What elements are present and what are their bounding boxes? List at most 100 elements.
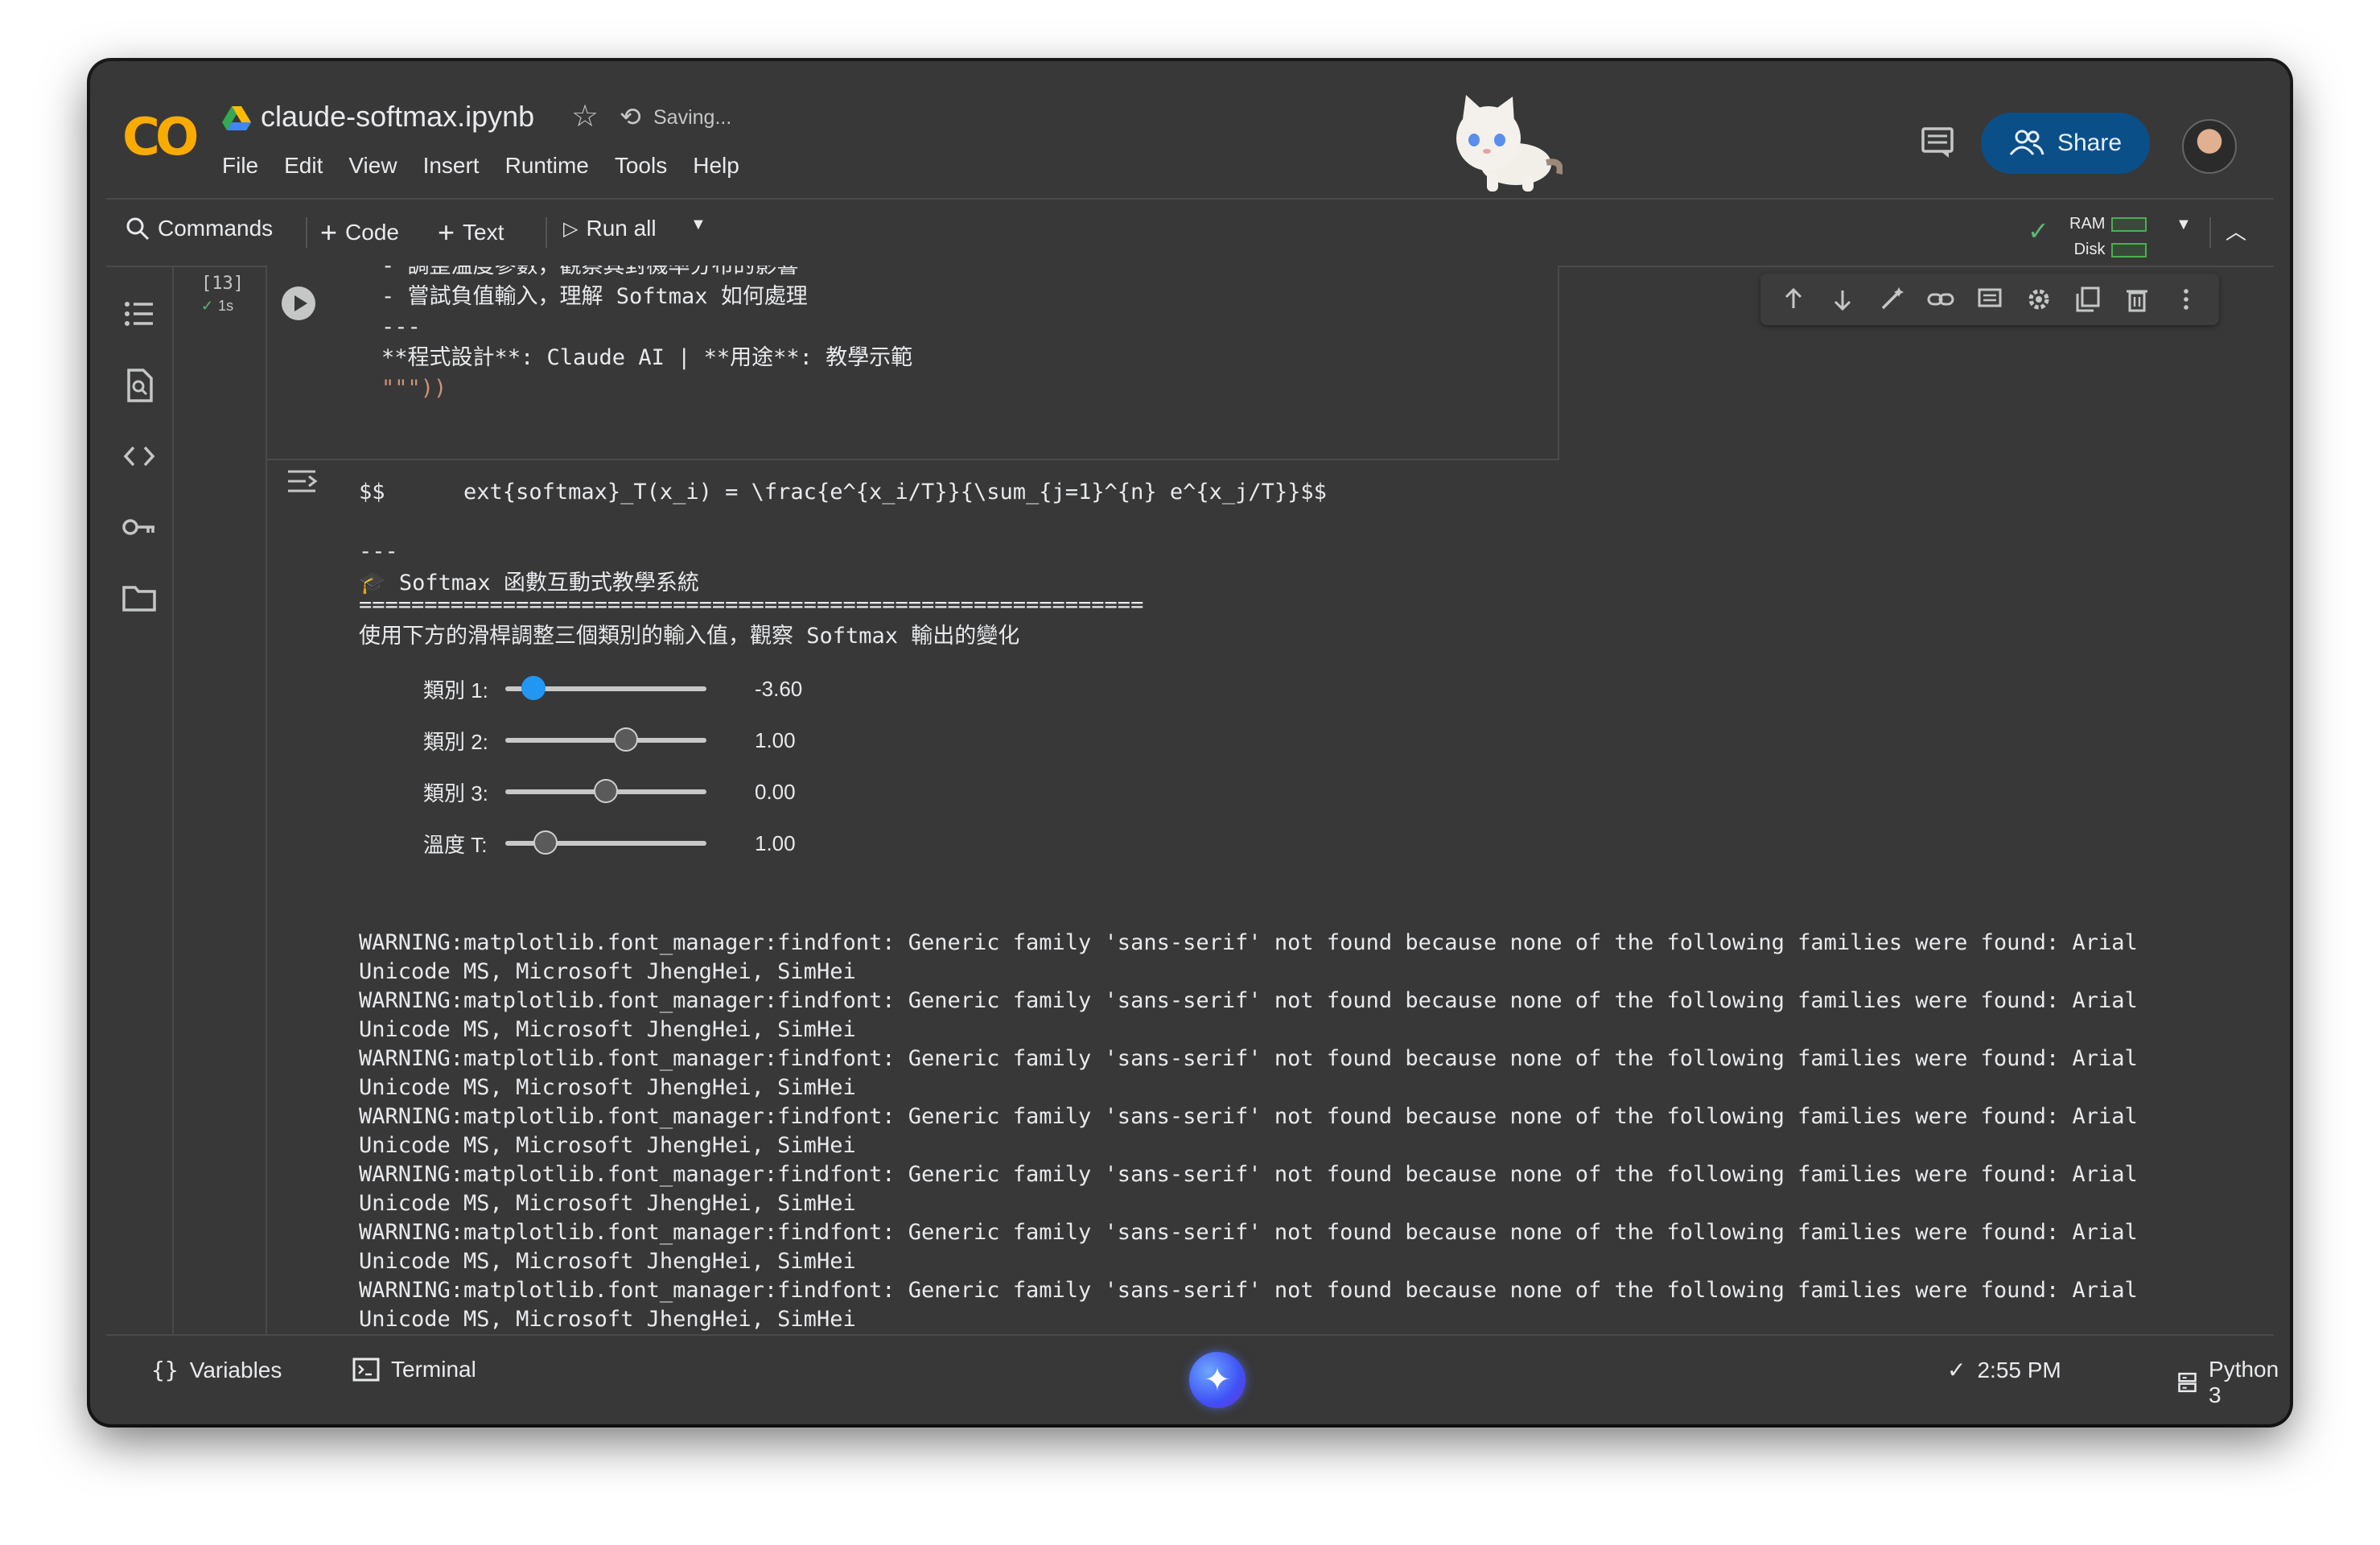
menu-file[interactable]: File xyxy=(222,153,258,179)
code-line: - 嘗試負值輸入，理解 Softmax 如何處理 xyxy=(381,284,808,309)
divider-text: --- xyxy=(359,539,398,564)
menu-insert[interactable]: Insert xyxy=(423,153,480,179)
mirror-cell-icon[interactable] xyxy=(2074,286,2102,313)
code-cell[interactable]: - 調整溫度參數，觀察其對機率分布的影響 - 嘗試負值輸入，理解 Softmax … xyxy=(267,266,1559,460)
move-down-icon[interactable] xyxy=(1829,286,1856,313)
slider-thumb[interactable] xyxy=(533,830,558,855)
notebook-title[interactable]: claude-softmax.ipynb xyxy=(261,100,534,134)
ram-bar xyxy=(2111,216,2147,232)
disk-label: Disk xyxy=(2073,241,2106,258)
execution-count: [13] xyxy=(201,274,244,294)
search-icon xyxy=(126,217,150,241)
check-icon: ✓ xyxy=(1947,1358,1966,1382)
header: CO claude-softmax.ipynb ☆ ⟲ Saving... Fi… xyxy=(106,77,2274,200)
slider-value: 0.00 xyxy=(755,779,796,804)
run-cell-button[interactable] xyxy=(282,286,315,320)
last-run-status[interactable]: ✓ 2:55 PM xyxy=(1947,1357,2061,1383)
cell-toolbar xyxy=(1760,274,2219,325)
code-snippets-icon[interactable] xyxy=(121,438,158,475)
commands-button[interactable]: Commands xyxy=(126,216,273,241)
ai-edit-wand-icon[interactable] xyxy=(1878,286,1905,313)
slider-track[interactable] xyxy=(505,779,706,803)
menu-tools[interactable]: Tools xyxy=(615,153,667,179)
warning-log: WARNING:matplotlib.font_manager:findfont… xyxy=(359,929,2290,1353)
server-icon xyxy=(2178,1372,2197,1393)
resource-monitor[interactable]: RAM Disk xyxy=(2069,211,2147,262)
more-vert-icon[interactable] xyxy=(2172,286,2200,313)
slider-thumb[interactable] xyxy=(521,676,546,700)
equals-divider: ========================================… xyxy=(359,592,1144,617)
run-all-dropdown[interactable]: ▼ xyxy=(690,216,706,234)
add-text-label: Text xyxy=(463,220,504,245)
people-icon xyxy=(2009,130,2044,155)
slider-value: 1.00 xyxy=(755,830,796,855)
warning-line: Unicode MS, Microsoft JhengHei, SimHei xyxy=(359,1075,856,1100)
slider-thumb[interactable] xyxy=(594,779,618,803)
play-outline-icon: ▷ xyxy=(563,217,579,240)
share-button[interactable]: Share xyxy=(1981,113,2150,174)
warning-line: Unicode MS, Microsoft JhengHei, SimHei xyxy=(359,1017,856,1042)
google-drive-icon[interactable] xyxy=(222,106,251,132)
code-line: """)) xyxy=(381,376,447,401)
slider-class-2[interactable]: 類別 2: 1.00 xyxy=(423,724,819,756)
colab-window: CO claude-softmax.ipynb ☆ ⟲ Saving... Fi… xyxy=(90,61,2290,1424)
slider-track[interactable] xyxy=(505,830,706,855)
user-avatar[interactable] xyxy=(2182,119,2237,174)
collapse-toolbar-icon[interactable]: ︿ xyxy=(2226,216,2246,245)
add-text-button[interactable]: + Text xyxy=(438,216,504,249)
notebook-toolbar: Commands + Code + Text ▷ Run all ▼ ✓ RAM… xyxy=(106,198,2274,267)
output-actions-icon[interactable] xyxy=(285,465,319,499)
plus-icon: + xyxy=(320,216,338,249)
cat-mascot-icon xyxy=(1456,95,1563,192)
slider-label: 溫度 T: xyxy=(423,832,488,857)
kernel-status[interactable]: Python 3 xyxy=(2177,1357,2283,1408)
warning-line: WARNING:matplotlib.font_manager:findfont… xyxy=(359,930,2138,955)
menu-help[interactable]: Help xyxy=(693,153,739,179)
move-up-icon[interactable] xyxy=(1780,286,1807,313)
slider-thumb[interactable] xyxy=(614,727,638,752)
runtime-dropdown[interactable]: ▼ xyxy=(2176,216,2192,234)
variables-label: Variables xyxy=(189,1357,282,1382)
secrets-key-icon[interactable] xyxy=(121,509,158,546)
slider-label: 類別 3: xyxy=(423,781,488,805)
star-icon[interactable]: ☆ xyxy=(571,98,599,134)
code-editor[interactable]: - 調整溫度參數，觀察其對機率分布的影響 - 嘗試負值輸入，理解 Softmax … xyxy=(381,266,912,404)
warning-line: WARNING:matplotlib.font_manager:findfont… xyxy=(359,1220,2138,1245)
disk-bar xyxy=(2111,242,2147,258)
link-icon[interactable] xyxy=(1927,286,1954,313)
table-of-contents-icon[interactable] xyxy=(121,296,158,333)
terminal-button[interactable]: Terminal xyxy=(352,1357,476,1382)
files-folder-icon[interactable] xyxy=(121,579,158,616)
success-check-icon: ✓ xyxy=(201,298,214,314)
colab-logo[interactable]: CO xyxy=(106,100,203,180)
warning-line: Unicode MS, Microsoft JhengHei, SimHei xyxy=(359,1249,856,1274)
menu-view[interactable]: View xyxy=(348,153,397,179)
gemini-sparkle-icon[interactable]: ✦ xyxy=(1189,1352,1246,1408)
delete-trash-icon[interactable] xyxy=(2123,286,2151,313)
cell-settings-gear-icon[interactable] xyxy=(2025,286,2053,313)
find-replace-icon[interactable] xyxy=(121,367,158,404)
variables-button[interactable]: {} Variables xyxy=(151,1357,282,1383)
slider-track[interactable] xyxy=(505,727,706,752)
slider-temperature[interactable]: 溫度 T: 1.00 xyxy=(423,827,819,859)
comments-icon[interactable] xyxy=(1917,121,1958,163)
kernel-label: Python 3 xyxy=(2209,1357,2279,1407)
slider-track[interactable] xyxy=(505,676,706,700)
slider-class-1[interactable]: 類別 1: -3.60 xyxy=(423,673,819,705)
menu-runtime[interactable]: Runtime xyxy=(505,153,589,179)
save-status: Saving... xyxy=(653,106,732,129)
warning-line: WARNING:matplotlib.font_manager:findfont… xyxy=(359,1104,2138,1129)
menu-edit[interactable]: Edit xyxy=(284,153,323,179)
commands-label: Commands xyxy=(158,216,274,241)
add-code-button[interactable]: + Code xyxy=(320,216,399,249)
slider-value: -3.60 xyxy=(755,676,803,701)
caret-down-icon: ▼ xyxy=(690,216,706,233)
comment-icon[interactable] xyxy=(1976,286,2003,313)
share-label: Share xyxy=(2057,130,2123,156)
warning-line: Unicode MS, Microsoft JhengHei, SimHei xyxy=(359,1133,856,1158)
slider-class-3[interactable]: 類別 3: 0.00 xyxy=(423,776,819,808)
run-all-label: Run all xyxy=(586,216,657,241)
menu-bar: File Edit View Insert Runtime Tools Help xyxy=(222,153,765,179)
warning-line: Unicode MS, Microsoft JhengHei, SimHei xyxy=(359,1191,856,1216)
run-all-button[interactable]: ▷ Run all xyxy=(563,216,657,241)
